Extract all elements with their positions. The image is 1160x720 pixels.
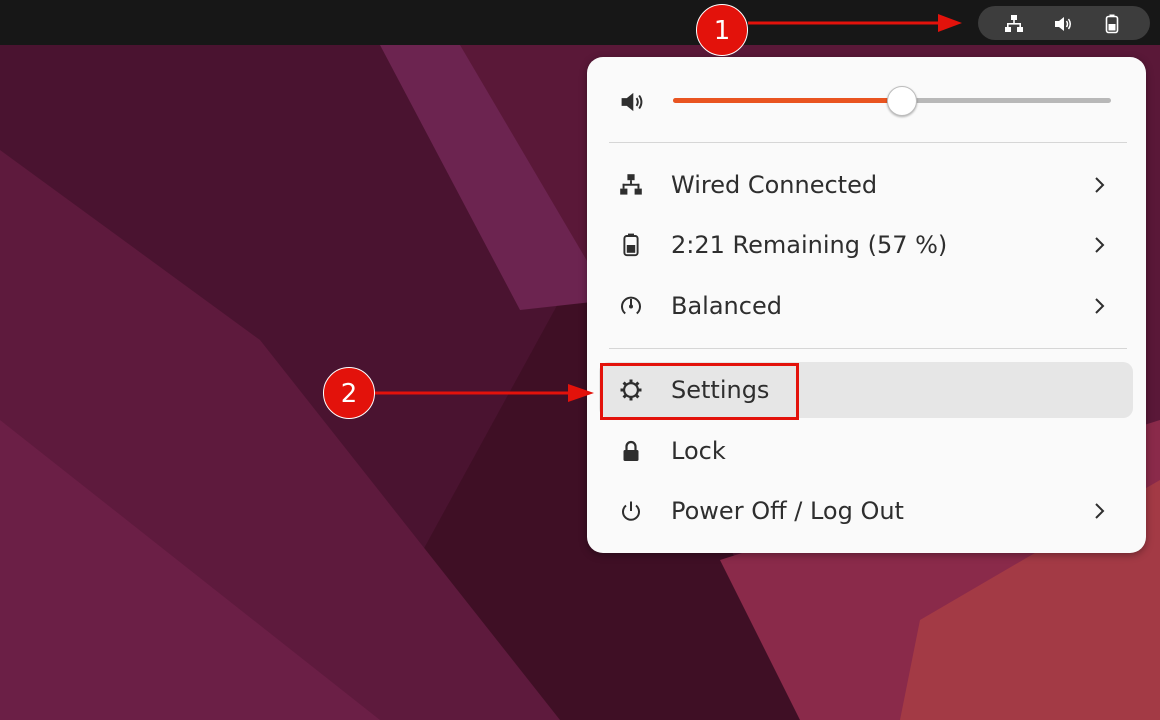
system-tray-button[interactable] [978,6,1150,40]
menu-item-label: Balanced [671,292,782,320]
network-wired-icon [620,174,642,195]
chevron-right-icon [1095,237,1105,253]
menu-item-power-off[interactable]: Power Off / Log Out [599,483,1133,539]
speaker-icon [621,92,643,112]
settings-highlight-box [600,363,799,420]
menu-item-label: 2:21 Remaining (57 %) [671,231,948,259]
battery-icon [1105,14,1119,34]
menu-item-lock[interactable]: Lock [599,423,1133,479]
menu-item-label: Power Off / Log Out [671,497,904,525]
menu-divider [609,348,1127,349]
step-badge-1: 1 [696,4,748,56]
menu-item-label: Lock [671,437,726,465]
volume-slider-fill [673,98,901,103]
speaker-icon [1055,17,1071,31]
menu-item-power-mode[interactable]: Balanced [599,278,1133,334]
network-wired-icon [1005,15,1023,32]
lock-icon [623,440,639,461]
chevron-right-icon [1095,503,1105,519]
chevron-right-icon [1095,298,1105,314]
quick-settings-menu: Wired Connected 2:21 Remaining (57 %) Ba… [587,57,1146,553]
menu-item-wired-connected[interactable]: Wired Connected [599,157,1133,213]
volume-slider-handle[interactable] [886,86,917,116]
menu-item-label: Wired Connected [671,171,878,199]
menu-item-battery[interactable]: 2:21 Remaining (57 %) [599,217,1133,273]
top-bar [0,0,1160,45]
battery-icon [623,233,639,257]
chevron-right-icon [1095,177,1105,193]
power-profile-icon [621,296,641,315]
power-icon [622,501,640,521]
step-badge-2: 2 [323,367,375,419]
menu-divider [609,142,1127,143]
